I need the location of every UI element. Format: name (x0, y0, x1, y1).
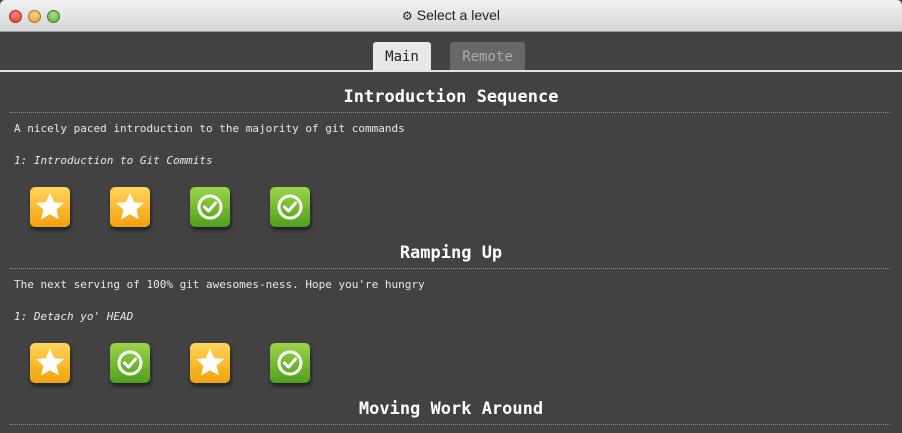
gear-icon: ⚙ (401, 9, 413, 23)
section-title-moving-work-around: Moving Work Around (358, 399, 544, 419)
window-title-text: Select a level (416, 7, 501, 23)
star-icon (36, 349, 64, 376)
tab-remote[interactable]: Remote (450, 42, 525, 70)
section-divider (10, 268, 890, 269)
star-icon (196, 349, 224, 376)
star-icon (36, 193, 64, 220)
level-button-completed[interactable] (270, 187, 310, 227)
level-button-completed[interactable] (110, 343, 150, 383)
title-bar: ⚙ Select a level (0, 0, 902, 32)
level-select-window: ⚙ Select a level Main Remote Introduction… (0, 0, 902, 433)
star-icon (116, 193, 144, 220)
tabs-divider (0, 70, 902, 72)
section-subtitle: 1: Detach yo' HEAD (14, 310, 134, 323)
level-button-star[interactable] (190, 343, 230, 383)
section-divider (10, 112, 890, 113)
section-title-ramping-up: Ramping Up (399, 243, 503, 263)
level-button-star[interactable] (30, 187, 70, 227)
level-button-completed[interactable] (190, 187, 230, 227)
checkmark-icon (277, 194, 303, 220)
window-title: ⚙ Select a level (0, 7, 902, 23)
section-description: A nicely paced introduction to the major… (14, 122, 405, 135)
level-button-star[interactable] (30, 343, 70, 383)
checkmark-icon (197, 194, 223, 220)
checkmark-icon (117, 350, 143, 376)
level-button-star[interactable] (110, 187, 150, 227)
tab-main[interactable]: Main (373, 42, 431, 70)
section-title-introduction-sequence: Introduction Sequence (343, 87, 559, 107)
tab-bar: Main Remote (0, 42, 902, 70)
checkmark-icon (277, 350, 303, 376)
level-button-completed[interactable] (270, 343, 310, 383)
section-description: The next serving of 100% git awesomes-ne… (14, 278, 425, 291)
section-subtitle: 1: Introduction to Git Commits (14, 154, 213, 167)
section-divider (10, 424, 890, 425)
